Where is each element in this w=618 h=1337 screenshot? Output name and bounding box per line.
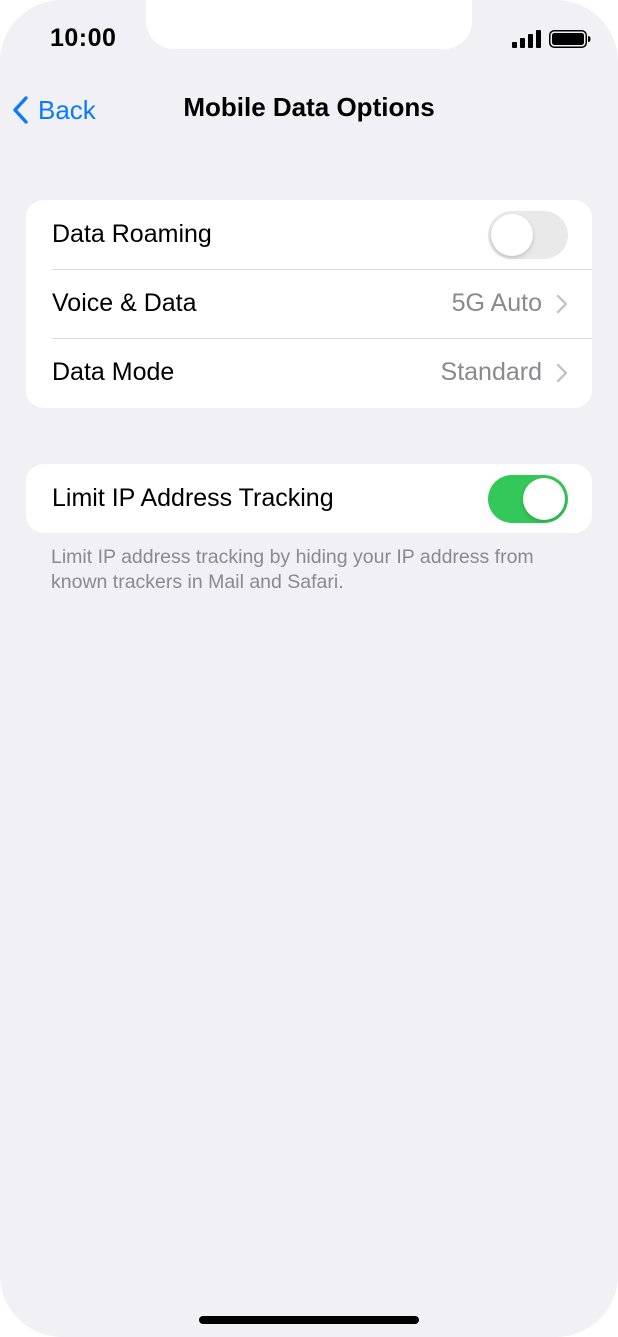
chevron-right-icon xyxy=(556,363,568,382)
phone-screen: 10:00 Back Mobile Data Options Data Roam… xyxy=(0,0,618,1337)
voice-data-value: 5G Auto xyxy=(451,289,542,317)
data-roaming-label: Data Roaming xyxy=(52,220,212,248)
cellular-signal-icon xyxy=(512,30,541,48)
limit-ip-tracking-footnote: Limit IP address tracking by hiding your… xyxy=(51,546,534,593)
data-roaming-toggle[interactable] xyxy=(488,210,568,259)
row-data-roaming: Data Roaming xyxy=(26,200,592,269)
settings-group-privacy: Limit IP Address Tracking xyxy=(26,464,592,533)
notch xyxy=(146,0,472,49)
row-limit-ip-tracking: Limit IP Address Tracking xyxy=(26,464,592,533)
settings-group-cellular: Data Roaming Voice & Data 5G Auto Data M… xyxy=(26,200,592,408)
limit-ip-tracking-label: Limit IP Address Tracking xyxy=(52,484,334,512)
data-mode-value: Standard xyxy=(440,358,542,386)
chevron-right-icon xyxy=(556,294,568,313)
data-mode-label: Data Mode xyxy=(52,358,175,386)
status-time: 10:00 xyxy=(50,24,117,52)
toggle-knob xyxy=(523,477,565,520)
battery-full-icon xyxy=(549,30,591,48)
limit-ip-tracking-toggle[interactable] xyxy=(488,474,568,523)
page-title: Mobile Data Options xyxy=(183,92,435,122)
home-indicator[interactable] xyxy=(199,1316,419,1324)
voice-data-label: Voice & Data xyxy=(52,289,197,317)
row-voice-data[interactable]: Voice & Data 5G Auto xyxy=(26,269,592,338)
row-data-mode[interactable]: Data Mode Standard xyxy=(26,338,592,407)
toggle-knob xyxy=(491,213,533,256)
